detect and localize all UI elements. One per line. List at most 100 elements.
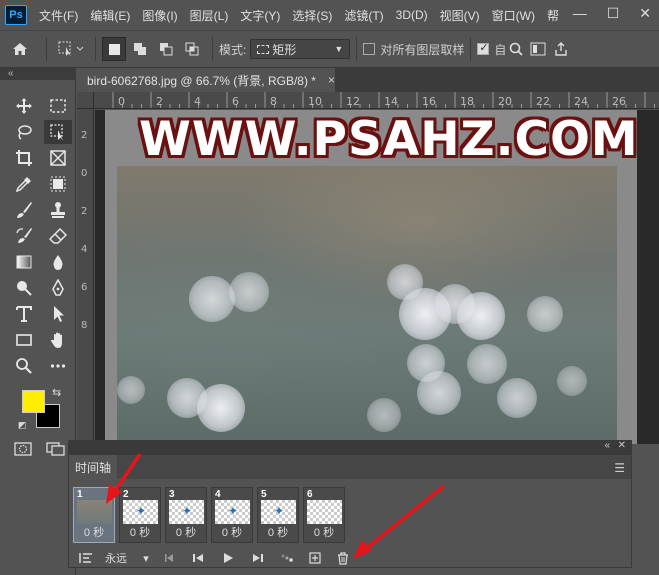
document-tab[interactable]: bird-6062768.jpg @ 66.7% (背景, RGB/8) * ×	[77, 68, 335, 92]
frame-tool-icon[interactable]	[44, 146, 72, 170]
frame-delay[interactable]: 0 秒	[74, 524, 114, 540]
toolbar-collapse-button[interactable]: «	[0, 68, 76, 80]
rectangular-marquee-icon[interactable]	[44, 94, 72, 118]
home-icon[interactable]	[0, 36, 40, 62]
object-selection-icon[interactable]	[44, 120, 72, 144]
eraser-icon[interactable]	[44, 224, 72, 248]
first-frame-icon[interactable]	[155, 549, 183, 567]
maximize-button[interactable]: ☐	[607, 5, 620, 22]
play-icon[interactable]	[213, 549, 243, 567]
new-selection-button[interactable]	[102, 37, 126, 61]
menu-help[interactable]: 帮	[547, 7, 559, 24]
animation-frame-2[interactable]: 2 ✦ 0 秒	[119, 487, 161, 543]
frame-delay[interactable]: 0 秒	[120, 524, 160, 540]
loop-chevron-down-icon[interactable]: ▾	[137, 549, 155, 567]
intersect-selection-button[interactable]	[180, 37, 204, 61]
pen-tool-icon[interactable]	[44, 276, 72, 300]
close-window-button[interactable]: ✕	[639, 5, 651, 22]
eyedropper-icon[interactable]	[10, 172, 38, 196]
convert-timeline-icon[interactable]	[75, 549, 97, 567]
frame-thumbnail	[77, 500, 112, 524]
path-selection-icon[interactable]	[44, 302, 72, 326]
history-brush-icon[interactable]	[10, 224, 38, 248]
horizontal-ruler[interactable]: 0 2 4 6 8 10 12 14 16 18 20 22 24 26	[94, 92, 659, 109]
share-icon[interactable]	[550, 36, 572, 62]
mode-select[interactable]: 矩形 ▼	[250, 39, 351, 59]
crop-tool-icon[interactable]	[10, 146, 38, 170]
menu-view[interactable]: 视图(V)	[440, 7, 480, 24]
ruler-tick-label: 26	[612, 95, 626, 108]
default-colors-icon[interactable]: ◩	[18, 420, 27, 431]
delete-frame-trash-icon[interactable]	[329, 549, 357, 567]
animation-frame-1[interactable]: 1 0 秒	[73, 487, 115, 543]
minimize-button[interactable]: —	[573, 5, 587, 22]
loop-option-select[interactable]: 永远	[97, 549, 137, 567]
animation-frame-5[interactable]: 5 ✦ 0 秒	[257, 487, 299, 543]
duplicate-frame-icon[interactable]	[301, 549, 329, 567]
ruler-tick-label: 4	[81, 244, 88, 255]
menu-select[interactable]: 选择(S)	[292, 7, 332, 24]
close-tab-icon[interactable]: ×	[328, 73, 335, 87]
patch-tool-icon[interactable]	[44, 172, 72, 196]
workspace-icon[interactable]	[526, 36, 550, 62]
blur-tool-icon[interactable]	[44, 250, 72, 274]
ruler-tick-label: 8	[270, 95, 277, 108]
timeline-collapse-icon[interactable]: «	[604, 440, 610, 451]
move-tool-icon[interactable]	[10, 94, 38, 118]
brush-tool-icon[interactable]	[10, 198, 38, 222]
screen-mode-icon[interactable]	[46, 442, 66, 459]
hand-tool-icon[interactable]	[44, 328, 72, 352]
menu-window[interactable]: 窗口(W)	[492, 7, 535, 24]
zoom-tool-icon[interactable]	[10, 354, 38, 378]
lasso-tool-icon[interactable]	[10, 120, 38, 144]
animation-frame-4[interactable]: 4 ✦ 0 秒	[211, 487, 253, 543]
bird-icon: ✦	[228, 504, 239, 518]
ruler-origin[interactable]	[77, 92, 94, 109]
menu-filter[interactable]: 滤镜(T)	[344, 7, 383, 24]
ruler-tick-label: 18	[460, 95, 474, 108]
previous-frame-icon[interactable]	[183, 549, 213, 567]
swap-colors-icon[interactable]: ⇆	[52, 386, 61, 399]
frame-delay[interactable]: 0 秒	[258, 524, 298, 540]
frame-number: 1	[77, 489, 83, 500]
separator	[356, 37, 358, 61]
ruler-tick-label: 0	[118, 95, 125, 108]
frame-delay[interactable]: 0 秒	[304, 524, 344, 540]
more-tools-icon[interactable]	[44, 354, 72, 378]
quick-mask-icon[interactable]	[14, 442, 32, 459]
dodge-tool-icon[interactable]	[10, 276, 38, 300]
timeline-tab[interactable]: 时间轴	[69, 455, 117, 479]
menu-3d[interactable]: 3D(D)	[396, 8, 428, 22]
chevron-down-icon: ▼	[334, 44, 344, 54]
tool-preset-picker[interactable]	[53, 36, 89, 62]
vertical-ruler[interactable]: 2 0 2 4 6 8	[77, 109, 94, 444]
gradient-tool-icon[interactable]	[10, 250, 38, 274]
options-bar: 模式: 矩形 ▼ 对所有图层取样 自	[0, 30, 659, 68]
rectangle-tool-icon[interactable]	[10, 328, 38, 352]
menu-type[interactable]: 文字(Y)	[240, 7, 280, 24]
panel-menu-icon[interactable]: ☰	[614, 461, 625, 475]
animation-frame-6[interactable]: 6 0 秒	[303, 487, 345, 543]
add-selection-button[interactable]	[128, 37, 152, 61]
stamp-tool-icon[interactable]	[44, 198, 72, 222]
frame-thumbnail: ✦	[123, 500, 158, 524]
foreground-color-swatch[interactable]	[22, 390, 45, 413]
menu-file[interactable]: 文件(F)	[39, 7, 78, 24]
auto-checkbox[interactable]	[477, 41, 490, 55]
menu-edit[interactable]: 编辑(E)	[90, 7, 130, 24]
animation-frame-3[interactable]: 3 ✦ 0 秒	[165, 487, 207, 543]
bokeh-photo[interactable]	[117, 166, 617, 444]
rectangle-marquee-icon	[257, 44, 270, 54]
menu-image[interactable]: 图像(I)	[142, 7, 177, 24]
search-icon[interactable]	[506, 36, 526, 62]
frame-thumbnail	[307, 500, 342, 524]
type-tool-icon[interactable]	[10, 302, 38, 326]
frame-delay[interactable]: 0 秒	[166, 524, 206, 540]
subtract-selection-button[interactable]	[154, 37, 178, 61]
timeline-close-icon[interactable]: ✕	[618, 440, 626, 451]
tween-icon[interactable]	[273, 549, 301, 567]
menu-layer[interactable]: 图层(L)	[190, 7, 229, 24]
all-layers-checkbox[interactable]	[363, 43, 376, 55]
frame-delay[interactable]: 0 秒	[212, 524, 252, 540]
next-frame-icon[interactable]	[243, 549, 273, 567]
